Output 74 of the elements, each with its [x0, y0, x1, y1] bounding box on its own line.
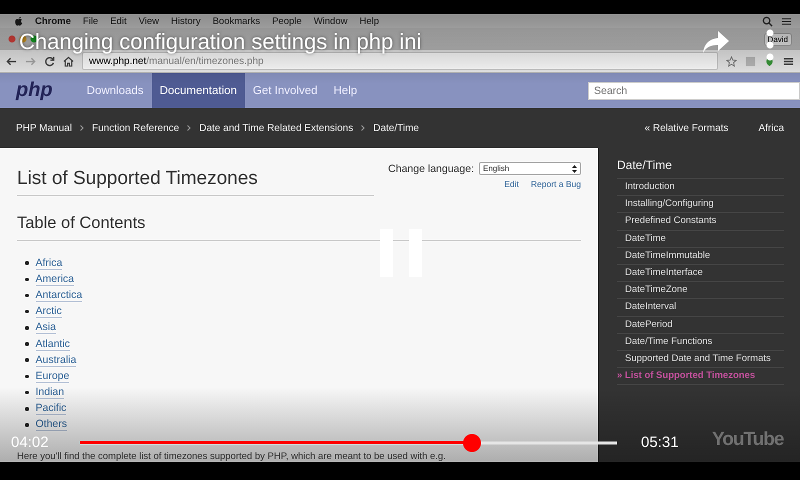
- sidebar-link[interactable]: DateTimeZone: [617, 281, 784, 298]
- bullet-icon: [25, 342, 28, 346]
- menu-item[interactable]: History: [171, 16, 201, 26]
- home-icon[interactable]: [63, 56, 74, 66]
- bullet-icon: [25, 278, 28, 282]
- next-page-link[interactable]: Africa: [758, 122, 784, 134]
- dropdown-arrows-icon: [572, 164, 577, 172]
- sidebar-link[interactable]: Date/Time Functions: [617, 332, 784, 350]
- bullet-icon: [25, 326, 28, 330]
- sidebar-heading: Date/Time: [617, 158, 673, 172]
- chevron-icon: [187, 125, 192, 131]
- language-label: Change language:: [388, 162, 474, 174]
- bullet-icon: [25, 294, 28, 298]
- sidebar-link[interactable]: Installing/Configuring: [617, 195, 784, 212]
- site-logo[interactable]: php: [16, 79, 53, 102]
- back-icon[interactable]: [6, 56, 17, 66]
- page-title: List of Supported Timezones: [17, 162, 374, 196]
- bullet-icon: [25, 261, 28, 265]
- language-select[interactable]: English: [479, 162, 581, 175]
- share-icon[interactable]: [702, 30, 730, 54]
- toc-link[interactable]: America: [36, 272, 74, 286]
- sidebar-link[interactable]: Predefined Constants: [617, 212, 784, 230]
- reload-icon[interactable]: [44, 56, 55, 66]
- breadcrumb-link[interactable]: Date and Time Related Extensions: [199, 122, 354, 134]
- sidebar-link[interactable]: DateInterval: [617, 298, 784, 316]
- list-icon[interactable]: [781, 16, 792, 26]
- nav-tab[interactable]: Documentation: [152, 73, 245, 108]
- toc-link[interactable]: Others: [36, 418, 68, 432]
- bullet-icon: [25, 423, 28, 427]
- intro-text: Here you'll find the complete list of timezones supported by PHP, which are meant to be used with e.g.: [17, 451, 446, 462]
- menu-item[interactable]: Bookmarks: [212, 16, 260, 26]
- bullet-icon: [25, 358, 28, 362]
- chevron-icon: [361, 125, 366, 131]
- page-link[interactable]: Edit: [504, 179, 519, 189]
- search-icon[interactable]: [762, 16, 773, 26]
- menu-item[interactable]: People: [272, 16, 302, 26]
- menu-item[interactable]: Chrome: [35, 16, 71, 26]
- toc-link[interactable]: Australia: [36, 354, 76, 367]
- toc-link[interactable]: Antarctica: [36, 288, 82, 302]
- toc-link[interactable]: Pacific: [36, 402, 66, 416]
- sidebar-link[interactable]: Introduction: [617, 178, 784, 196]
- bullet-icon: [25, 407, 28, 411]
- toc-link[interactable]: Asia: [36, 321, 56, 334]
- breadcrumb-link[interactable]: Function Reference: [92, 122, 180, 134]
- menu-item[interactable]: Window: [314, 16, 348, 26]
- bullet-icon: [25, 390, 28, 394]
- previous-page-link[interactable]: « Relative Formats: [644, 122, 728, 134]
- menu-icon[interactable]: [783, 56, 794, 66]
- menu-item[interactable]: Help: [359, 16, 380, 26]
- page-link[interactable]: Report a Bug: [530, 179, 581, 189]
- breadcrumb-link[interactable]: Date/Time: [373, 122, 419, 134]
- toc-link[interactable]: Africa: [36, 256, 62, 270]
- current-time: 04:02: [11, 434, 49, 451]
- toc-link[interactable]: Arctic: [36, 305, 62, 318]
- apple-logo-icon[interactable]: [14, 16, 23, 26]
- toc-link[interactable]: Atlantic: [36, 338, 70, 351]
- menu-item[interactable]: Edit: [110, 16, 127, 26]
- menu-item[interactable]: File: [82, 16, 98, 26]
- duration: 05:31: [641, 434, 679, 451]
- youtube-logo[interactable]: YouTube: [712, 429, 784, 451]
- breadcrumb-link[interactable]: PHP Manual: [16, 122, 72, 134]
- toc-link[interactable]: Indian: [36, 386, 64, 400]
- sidebar-link[interactable]: DateTimeImmutable: [617, 246, 784, 264]
- chevron-icon: [80, 125, 84, 131]
- bullet-icon: [25, 374, 28, 378]
- search-field[interactable]: Search: [588, 82, 800, 100]
- sidebar-link[interactable]: DateTimeInterface: [617, 264, 784, 282]
- sidebar-link[interactable]: DateTime: [617, 230, 784, 247]
- star-icon[interactable]: [726, 56, 737, 66]
- toc-link[interactable]: Europe: [36, 370, 70, 383]
- menu-item[interactable]: View: [138, 16, 160, 26]
- bullet-icon: [25, 310, 28, 314]
- sidebar-link[interactable]: Supported Date and Time Formats: [617, 350, 784, 368]
- sidebar-link[interactable]: DatePeriod: [617, 316, 784, 333]
